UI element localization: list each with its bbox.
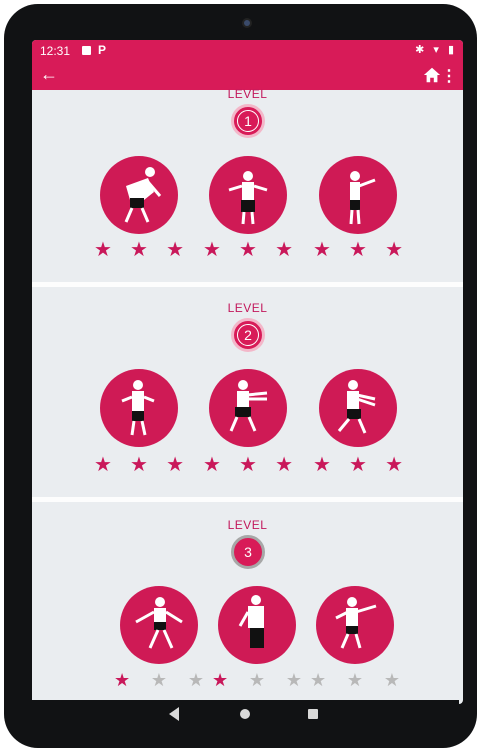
- level-number-badge: 2: [231, 318, 265, 352]
- level-section-2: LEVEL 2 ★ ★ ★ ★ ★ ★ ★ ★ ★: [32, 299, 463, 499]
- exercise-card[interactable]: ★ ★ ★: [310, 586, 400, 690]
- back-arrow-icon[interactable]: ←: [40, 64, 58, 85]
- exercise-figure-icon: [229, 380, 268, 432]
- status-time: 12:31: [40, 44, 71, 58]
- exercise-thumbnail[interactable]: [319, 369, 397, 447]
- image-notification-icon: [82, 46, 91, 55]
- exercise-thumbnail[interactable]: [120, 586, 198, 664]
- star-filled-icon: ★: [385, 239, 403, 261]
- star-filled-icon: ★: [349, 239, 367, 261]
- level-number: 2: [244, 327, 252, 343]
- star-filled-icon: ★: [94, 239, 112, 261]
- nav-recents-icon[interactable]: [308, 709, 318, 719]
- level-number: 3: [244, 544, 252, 560]
- star-empty-icon: ★: [150, 670, 168, 690]
- exercise-figure-icon: [124, 167, 162, 223]
- star-empty-icon: ★: [346, 670, 364, 690]
- home-icon[interactable]: [423, 66, 441, 84]
- star-filled-icon: ★: [130, 454, 148, 476]
- exercise-thumbnail[interactable]: [209, 369, 287, 447]
- star-badge-icon: ★: [212, 670, 229, 690]
- exercise-stars: ★ ★ ★: [313, 455, 403, 475]
- exercise-stars: ★ ★ ★: [94, 455, 184, 475]
- exercise-stars: ★ ★ ★: [310, 670, 400, 690]
- star-filled-icon: ★: [275, 454, 293, 476]
- section-divider: [32, 282, 463, 287]
- exercise-stars: ★ ★ ★: [203, 455, 293, 475]
- system-status-icons: ✱ ▾ ▮: [415, 44, 457, 56]
- star-filled-icon: ★: [349, 454, 367, 476]
- star-badge-icon: ★: [114, 670, 131, 690]
- exercise-card[interactable]: ★ ★ ★: [203, 369, 293, 475]
- exercise-card[interactable]: ★ ★ ★: [94, 156, 184, 260]
- star-filled-icon: ★: [203, 454, 221, 476]
- exercise-figure-icon: [349, 171, 376, 225]
- star-filled-icon: ★: [166, 454, 184, 476]
- overflow-menu-icon[interactable]: ⋮: [441, 66, 457, 86]
- level-number-badge: 1: [231, 104, 265, 138]
- exercise-stars: ★ ★ ★: [313, 240, 403, 260]
- exercise-card[interactable]: ★ ★ ★: [212, 586, 302, 690]
- star-empty-icon: ★: [248, 670, 266, 690]
- star-filled-icon: ★: [385, 454, 403, 476]
- exercise-thumbnail[interactable]: [218, 586, 296, 664]
- star-filled-icon: ★: [313, 239, 331, 261]
- star-filled-icon: ★: [94, 454, 112, 476]
- star-empty-icon: ★: [383, 670, 400, 690]
- level-number: 1: [244, 113, 252, 129]
- app-toolbar: ← ⋮: [32, 62, 463, 90]
- level-label: LEVEL: [227, 87, 268, 101]
- exercise-thumbnail[interactable]: [100, 369, 178, 447]
- nav-back-icon[interactable]: [169, 707, 179, 721]
- star-empty-icon: ★: [187, 670, 204, 690]
- front-camera: [244, 20, 250, 26]
- exercise-stars: ★ ★ ★: [212, 670, 302, 690]
- exercise-figure-icon: [335, 597, 377, 649]
- section-divider: [32, 497, 463, 502]
- exercise-thumbnail[interactable]: [209, 156, 287, 234]
- exercise-stars: ★ ★ ★: [203, 240, 293, 260]
- levels-list: LEVEL 1 ★ ★ ★ ★ ★ ★ ★ ★ ★ LEVEL 2 ★ ★ ★ …: [32, 87, 463, 704]
- p-notification-icon: P: [98, 43, 107, 57]
- app-screen: 12:31 P ✱ ▾ ▮ ← ⋮ LEVEL 1 ★ ★ ★ ★ ★ ★ ★ …: [32, 40, 463, 704]
- star-empty-icon: ★: [310, 670, 327, 690]
- star-filled-icon: ★: [239, 454, 257, 476]
- tablet-frame: 12:31 P ✱ ▾ ▮ ← ⋮ LEVEL 1 ★ ★ ★ ★ ★ ★ ★ …: [4, 4, 477, 748]
- exercise-thumbnail[interactable]: [319, 156, 397, 234]
- exercise-card[interactable]: ★ ★ ★: [94, 369, 184, 475]
- level-label: LEVEL: [227, 301, 268, 315]
- star-filled-icon: ★: [166, 239, 184, 261]
- exercise-card[interactable]: ★ ★ ★: [313, 156, 403, 260]
- exercise-figure-icon: [121, 380, 155, 436]
- level-section-3: LEVEL 3 ★ ★ ★ ★ ★ ★ ★ ★ ★: [32, 516, 463, 704]
- exercise-figure-icon: [337, 380, 376, 434]
- exercise-figure-icon: [238, 595, 264, 648]
- exercise-thumbnail[interactable]: [100, 156, 178, 234]
- exercise-card[interactable]: ★ ★ ★: [114, 586, 204, 690]
- exercise-figure-icon: [135, 597, 183, 649]
- star-filled-icon: ★: [130, 239, 148, 261]
- star-empty-icon: ★: [285, 670, 302, 690]
- star-filled-icon: ★: [203, 239, 221, 261]
- exercise-card[interactable]: ★ ★ ★: [313, 369, 403, 475]
- star-filled-icon: ★: [239, 239, 257, 261]
- level-number-badge: 3: [231, 535, 265, 569]
- exercise-card[interactable]: ★ ★ ★: [203, 156, 293, 260]
- system-nav-bar: [28, 700, 459, 732]
- exercise-thumbnail[interactable]: [316, 586, 394, 664]
- star-filled-icon: ★: [313, 454, 331, 476]
- exercise-stars: ★ ★ ★: [94, 240, 184, 260]
- level-section-1: LEVEL 1 ★ ★ ★ ★ ★ ★ ★ ★ ★: [32, 87, 463, 290]
- star-filled-icon: ★: [275, 239, 293, 261]
- status-bar: 12:31 P ✱ ▾ ▮: [32, 40, 463, 62]
- exercise-figure-icon: [228, 171, 268, 225]
- nav-home-icon[interactable]: [240, 709, 250, 719]
- level-label: LEVEL: [227, 518, 268, 532]
- exercise-stars: ★ ★ ★: [114, 670, 204, 690]
